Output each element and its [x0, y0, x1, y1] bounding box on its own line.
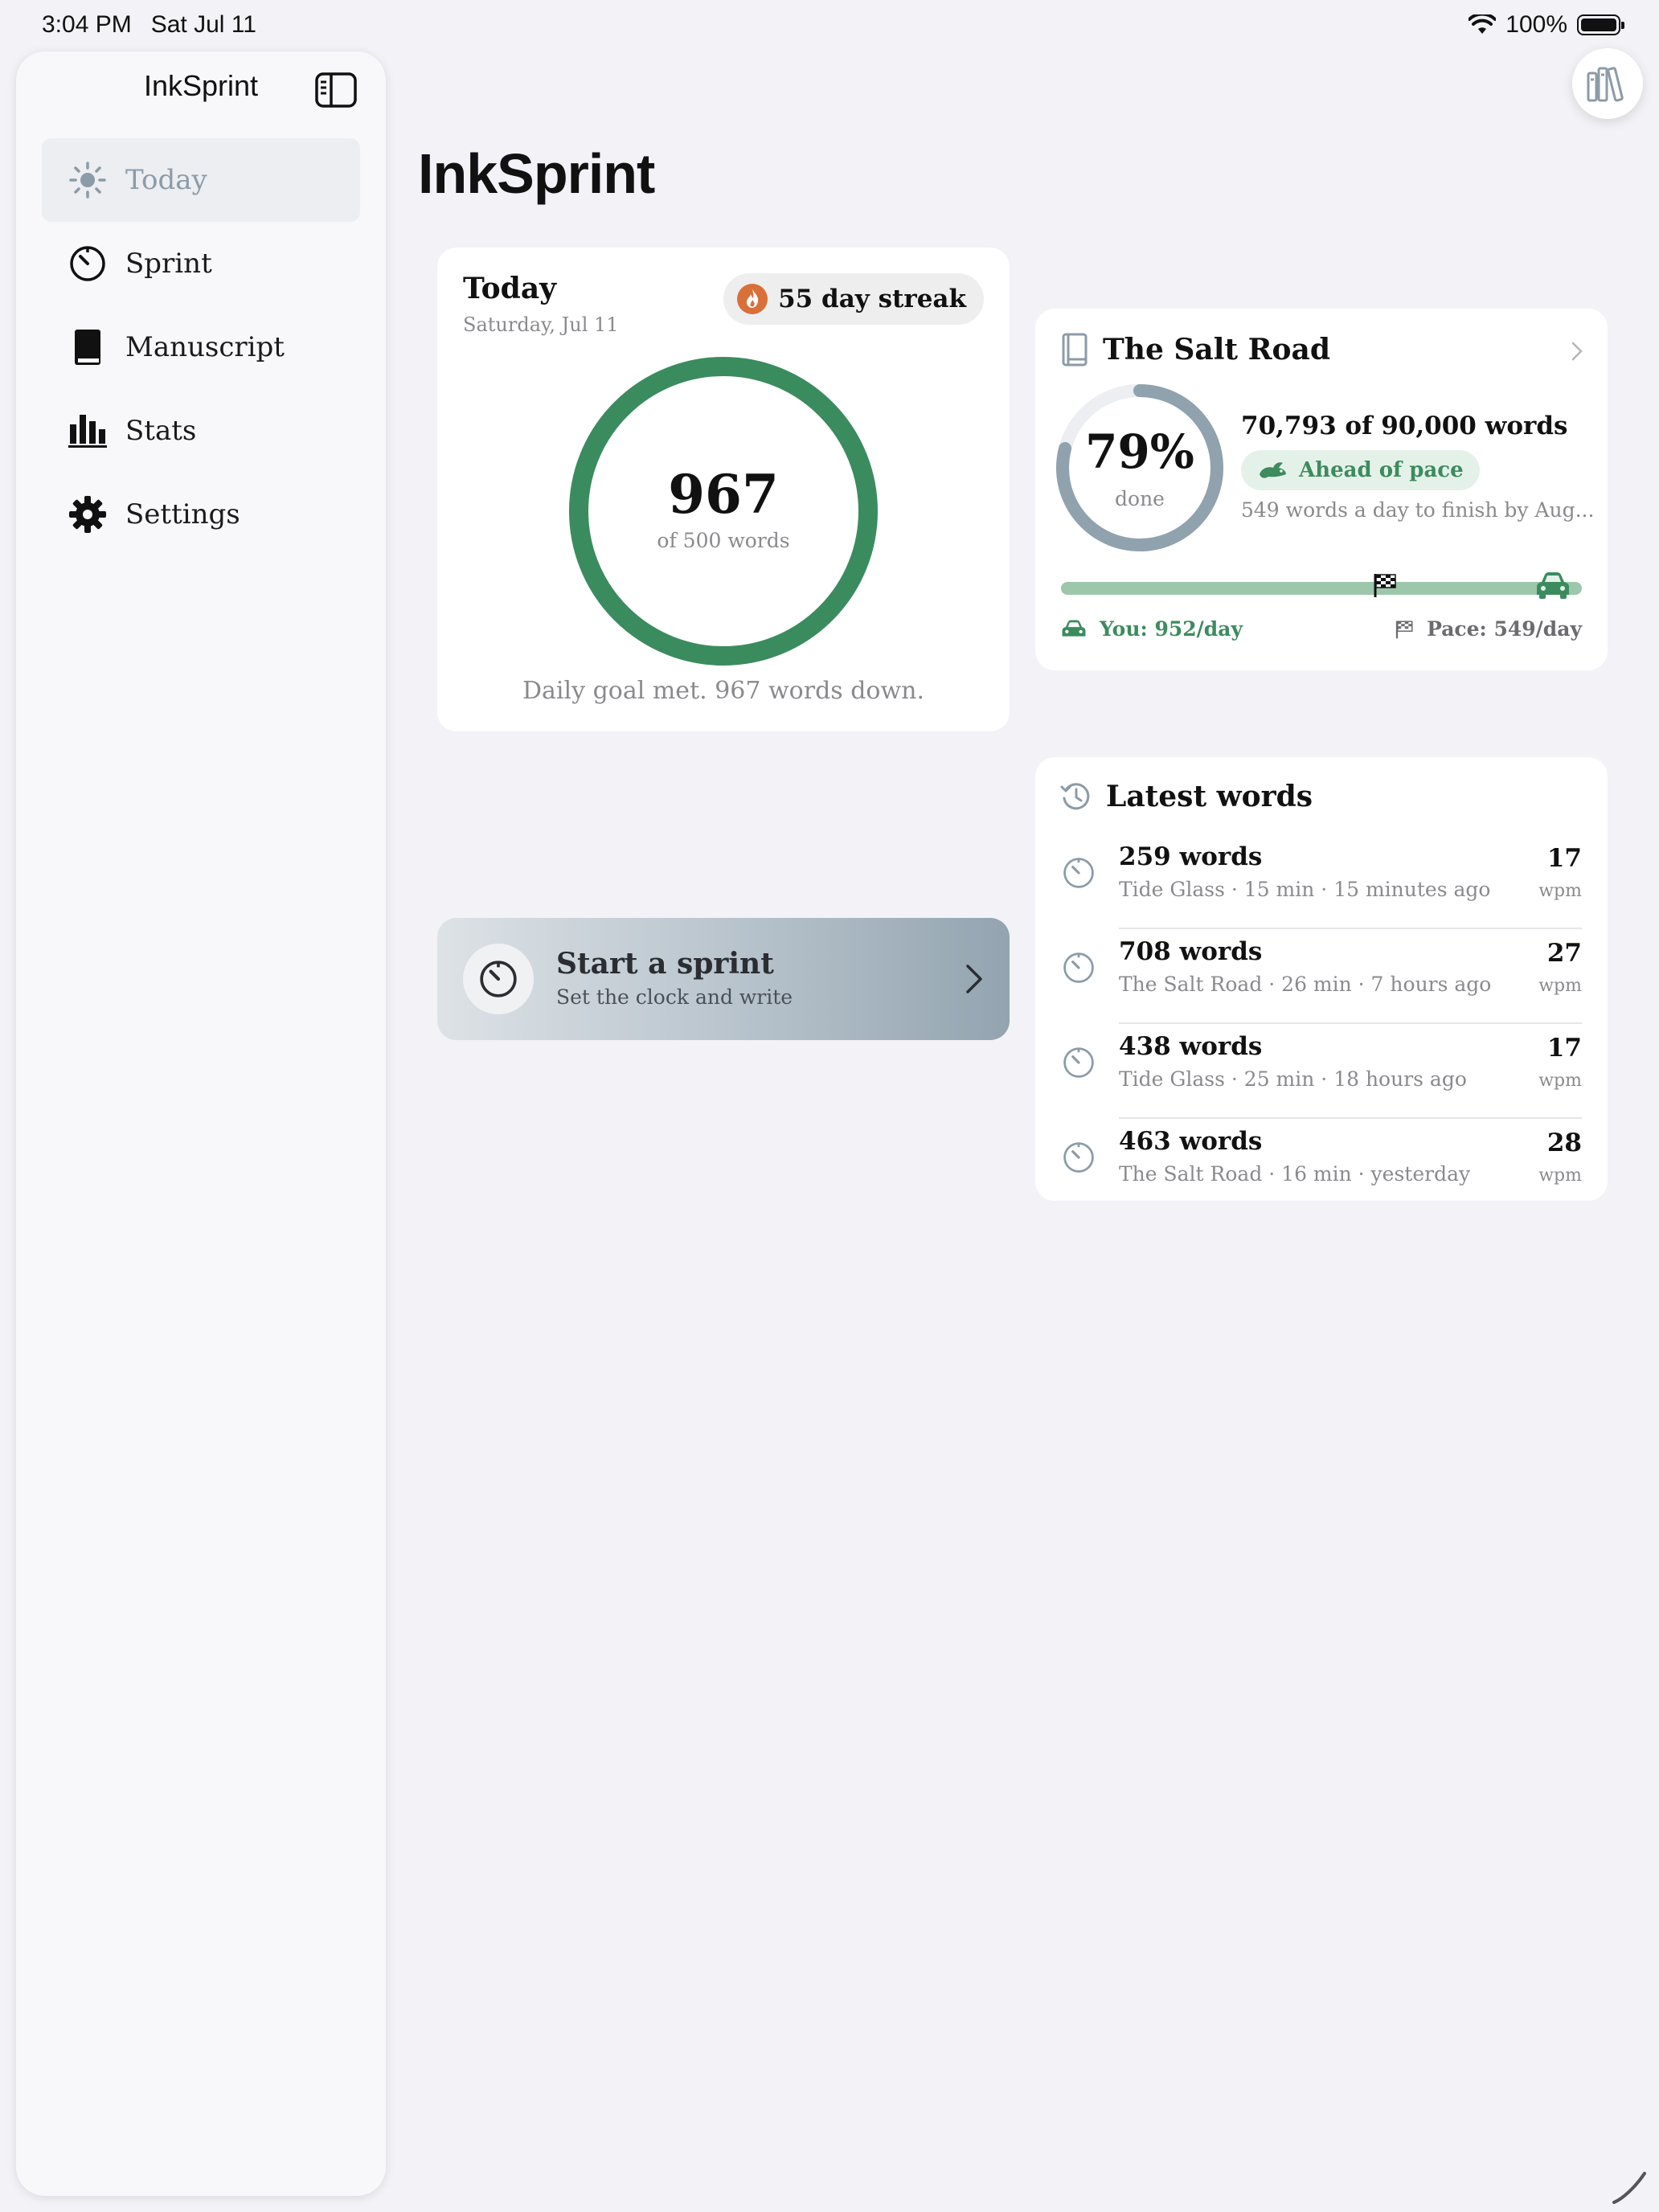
list-item[interactable]: 708 words The Salt Road · 26 min · 7 hou… — [1035, 929, 1608, 1024]
timer-icon — [1063, 1047, 1094, 1078]
today-date: Saturday, Jul 11 — [463, 313, 619, 336]
sidebar-nav: Today Sprint Manuscript Stats Settings — [42, 138, 360, 556]
gear-icon — [68, 494, 108, 535]
sidebar-toggle-icon[interactable] — [315, 72, 357, 108]
sidebar-item-label: Sprint — [125, 248, 212, 280]
status-time: 3:04 PM — [42, 11, 132, 38]
sprint-subtitle: Set the clock and write — [556, 985, 793, 1009]
your-pace-label: You: 952/day — [1100, 617, 1243, 641]
pace-badge: Ahead of pace — [1241, 450, 1480, 490]
library-icon — [1587, 67, 1624, 102]
manuscript-word-count: 70,793 of 90,000 words — [1241, 412, 1568, 440]
session-meta: Tide Glass · 25 min · 18 hours ago — [1119, 1067, 1467, 1091]
session-word-count: 463 words — [1119, 1127, 1263, 1156]
pace-badge-label: Ahead of pace — [1299, 458, 1464, 482]
manuscript-done-label: done — [1115, 487, 1165, 510]
sidebar-item-manuscript[interactable]: Manuscript — [42, 305, 360, 389]
battery-percent: 100% — [1505, 11, 1567, 38]
today-card: Today Saturday, Jul 11 55 day streak 967… — [437, 248, 1010, 731]
timer-icon — [1063, 858, 1094, 888]
bar-chart-icon — [68, 411, 108, 451]
today-word-count: 967 — [668, 463, 779, 526]
sidebar-item-label: Stats — [125, 415, 197, 447]
today-goal-text: of 500 words — [657, 529, 790, 552]
latest-words-card: Latest words 259 words Tide Glass · 15 m… — [1035, 757, 1608, 1201]
your-pace: You: 952/day — [1061, 617, 1243, 641]
session-word-count: 259 words — [1119, 842, 1263, 871]
session-wpm: 27 — [1546, 939, 1582, 968]
car-icon — [1537, 572, 1569, 599]
daily-goal-ring: 967 of 500 words — [563, 350, 884, 672]
sidebar-item-settings[interactable]: Settings — [42, 473, 360, 556]
sidebar-item-stats[interactable]: Stats — [42, 389, 360, 473]
session-meta: The Salt Road · 16 min · yesterday — [1119, 1162, 1471, 1186]
session-wpm: 17 — [1546, 844, 1582, 873]
history-icon — [1060, 783, 1090, 810]
latest-words-header: Latest words — [1059, 780, 1313, 813]
status-date: Sat Jul 11 — [150, 11, 256, 38]
session-wpm-unit: wpm — [1538, 976, 1582, 996]
today-label: Today — [463, 272, 557, 305]
manuscript-title: The Salt Road — [1103, 333, 1330, 367]
session-wpm-unit: wpm — [1538, 1165, 1582, 1186]
timer-icon — [1063, 1142, 1094, 1173]
sprint-timer-icon-wrap — [463, 944, 534, 1014]
pace-description: 549 words a day to finish by Aug... — [1241, 498, 1595, 522]
manuscript-percent: 79% — [1085, 424, 1194, 479]
car-icon — [1062, 619, 1086, 637]
wifi-icon — [1469, 14, 1497, 34]
status-bar-left: 3:04 PM Sat Jul 11 — [42, 11, 256, 39]
list-item[interactable]: 438 words Tide Glass · 25 min · 18 hours… — [1035, 1024, 1608, 1119]
start-sprint-button[interactable]: Start a sprint Set the clock and write — [437, 918, 1010, 1040]
list-item[interactable]: 259 words Tide Glass · 15 min · 15 minut… — [1035, 834, 1608, 929]
session-meta: Tide Glass · 15 min · 15 minutes ago — [1119, 878, 1491, 901]
sprint-title: Start a sprint — [556, 947, 774, 981]
timer-icon — [1063, 952, 1094, 983]
session-wpm-unit: wpm — [1538, 881, 1582, 901]
manuscript-progress-ring: 79% done — [1053, 381, 1227, 555]
scribble-handle-icon[interactable] — [1611, 2170, 1648, 2206]
session-word-count: 438 words — [1119, 1032, 1263, 1061]
flag-icon — [1395, 621, 1413, 638]
manuscript-card[interactable]: The Salt Road 79% done 70,793 of 90,000 … — [1035, 309, 1608, 670]
timer-icon — [480, 961, 517, 997]
today-footer: Daily goal met. 967 words down. — [522, 677, 925, 705]
hare-icon — [1260, 462, 1286, 478]
battery-icon — [1577, 14, 1624, 35]
status-bar-right: 100% — [1469, 11, 1624, 39]
session-wpm: 17 — [1546, 1034, 1582, 1063]
session-word-count: 708 words — [1119, 937, 1263, 966]
sidebar: InkSprint Today Sprint Manuscript Stats … — [16, 51, 386, 2196]
chevron-right-icon — [1571, 342, 1583, 361]
sun-icon — [68, 160, 108, 200]
session-wpm-unit: wpm — [1538, 1071, 1582, 1091]
checkered-flag-icon — [1374, 574, 1396, 597]
target-pace-label: Pace: 549/day — [1427, 617, 1582, 641]
target-pace: Pace: 549/day — [1395, 617, 1582, 641]
session-meta: The Salt Road · 26 min · 7 hours ago — [1119, 973, 1492, 996]
flame-icon — [737, 284, 768, 314]
sidebar-item-label: Manuscript — [125, 331, 285, 363]
sidebar-item-label: Today — [125, 164, 207, 196]
sidebar-item-label: Settings — [125, 498, 240, 530]
sidebar-item-sprint[interactable]: Sprint — [42, 222, 360, 305]
pace-track — [1061, 582, 1582, 595]
library-button[interactable] — [1572, 48, 1643, 119]
sidebar-item-today[interactable]: Today — [42, 138, 360, 222]
timer-icon — [68, 244, 108, 284]
page-title: InkSprint — [418, 142, 655, 205]
latest-words-list: 259 words Tide Glass · 15 min · 15 minut… — [1035, 834, 1608, 1214]
session-wpm: 28 — [1546, 1129, 1582, 1157]
chevron-right-icon — [966, 965, 982, 993]
latest-words-title: Latest words — [1106, 780, 1313, 813]
book-icon — [68, 327, 108, 367]
list-item[interactable]: 463 words The Salt Road · 16 min · yeste… — [1035, 1119, 1608, 1214]
streak-text: 55 day streak — [778, 285, 966, 313]
streak-badge: 55 day streak — [723, 273, 984, 325]
book-outline-icon — [1062, 333, 1088, 367]
